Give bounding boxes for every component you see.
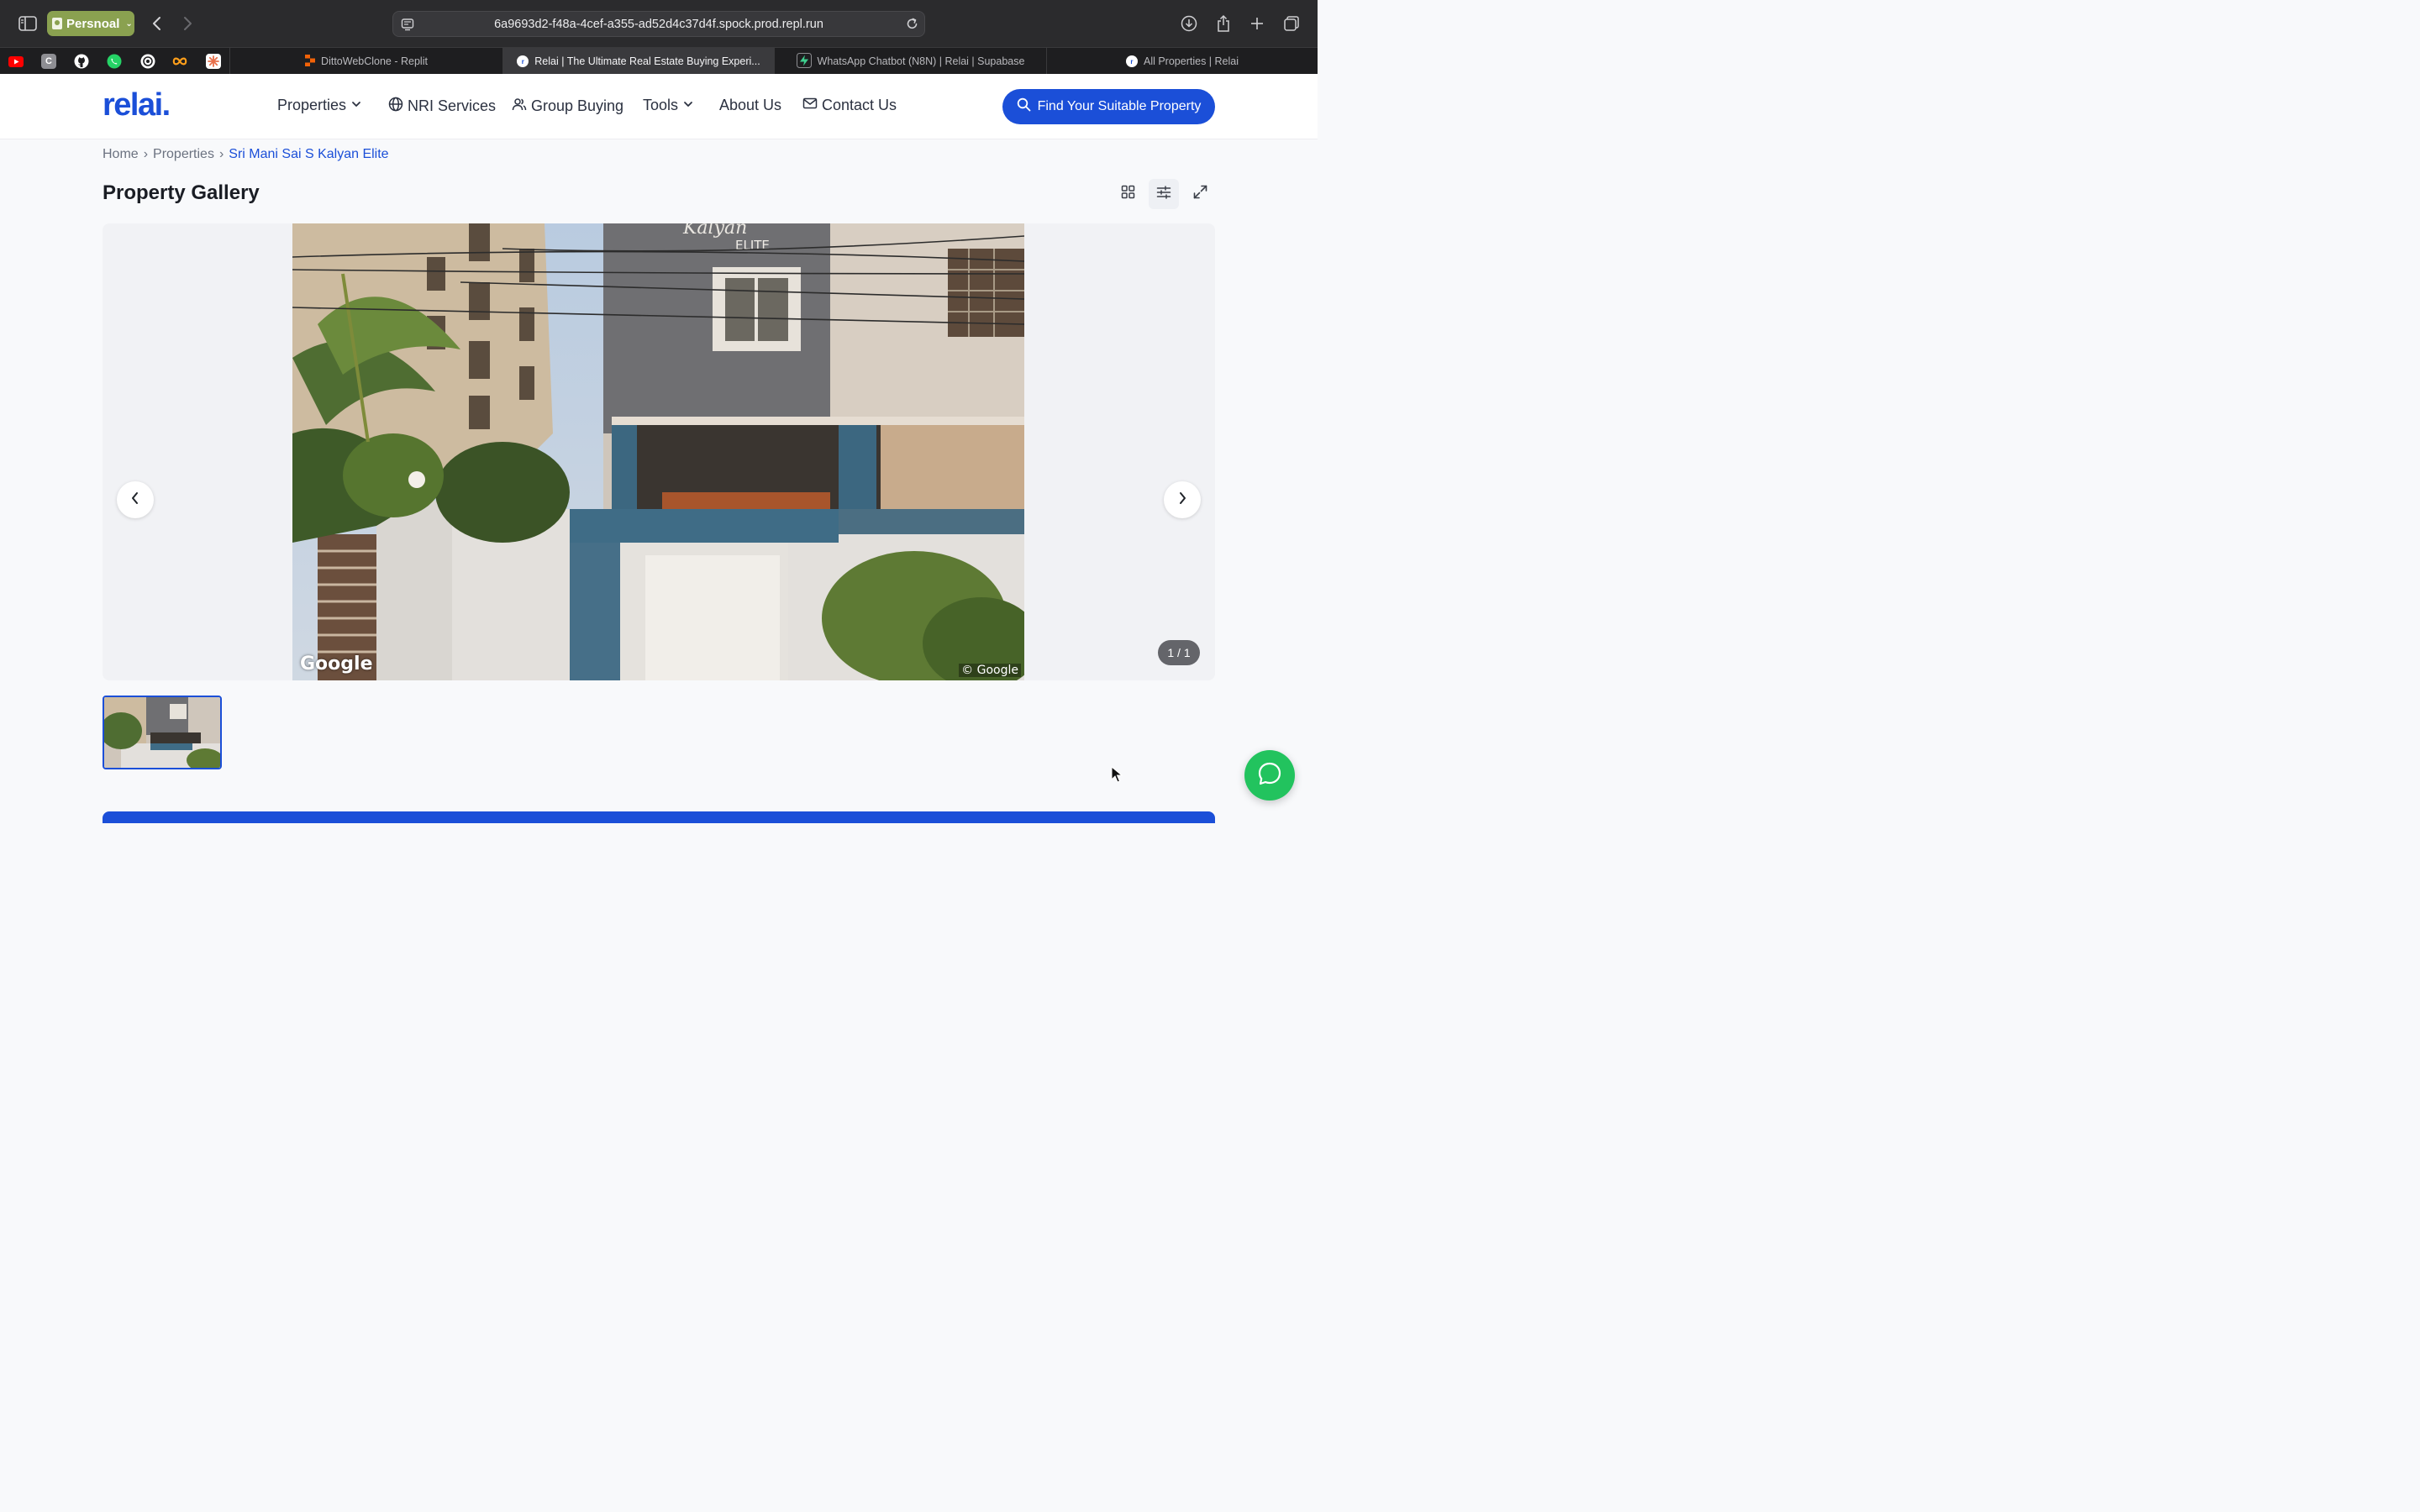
nav-contact-us[interactable]: Contact Us: [802, 97, 897, 114]
github-icon[interactable]: [74, 54, 89, 69]
youtube-icon[interactable]: [8, 54, 24, 69]
chevron-left-icon: [130, 491, 140, 509]
tab-overview-icon[interactable]: [1280, 12, 1303, 35]
tab-relai-home[interactable]: r Relai | The Ultimate Real Estate Buyin…: [502, 48, 774, 75]
relai-icon: r: [517, 55, 529, 67]
address-bar[interactable]: 6a9693d2-f48a-4cef-a355-ad52d4c37d4f.spo…: [392, 11, 925, 37]
tab-dittowebclone[interactable]: DittoWebClone - Replit: [229, 48, 502, 75]
google-watermark: Google: [300, 654, 373, 675]
chat-bubble-icon: [1257, 761, 1282, 790]
breadcrumb-separator: ›: [143, 147, 149, 161]
next-image-button[interactable]: [1164, 481, 1201, 518]
mouse-cursor-icon: [1111, 765, 1123, 787]
fullscreen-button[interactable]: [1185, 179, 1215, 209]
previous-image-button[interactable]: [117, 481, 154, 518]
tab-strip: C DittoWebClone - Replit r Relai | The U…: [0, 47, 1318, 75]
forward-icon[interactable]: [176, 12, 200, 35]
breadcrumb-home[interactable]: Home: [103, 147, 139, 162]
c-glyph: C: [45, 56, 52, 66]
chevron-right-icon: [1177, 491, 1187, 509]
sliders-icon: [1156, 185, 1171, 203]
reload-icon[interactable]: [905, 17, 919, 34]
whatsapp-icon[interactable]: [107, 54, 122, 69]
nav-nri-label: NRI Services: [408, 97, 497, 114]
filter-view-button[interactable]: [1149, 179, 1179, 209]
nav-group-buying[interactable]: Group Buying: [512, 97, 623, 116]
chevron-down-icon: [682, 97, 694, 114]
nav-group-label: Group Buying: [531, 97, 624, 114]
share-icon[interactable]: [1212, 12, 1235, 35]
find-property-label: Find Your Suitable Property: [1037, 99, 1202, 113]
gallery-thumbnail[interactable]: [103, 696, 222, 769]
nav-tools-label: Tools: [643, 97, 679, 113]
page-settings-icon[interactable]: [401, 18, 414, 34]
profile-button[interactable]: Persnoal ⌄: [47, 11, 134, 36]
nav-about-label: About Us: [719, 97, 782, 113]
breadcrumb-properties[interactable]: Properties: [153, 147, 214, 162]
profile-label: Persnoal: [66, 16, 120, 31]
tab-title: WhatsApp Chatbot (N8N) | Relai | Supabas…: [817, 55, 1025, 67]
chevron-down-icon: ⌄: [125, 18, 133, 29]
c-icon[interactable]: C: [41, 54, 56, 69]
find-property-button[interactable]: Find Your Suitable Property: [1002, 89, 1215, 124]
expand-icon: [1193, 185, 1207, 203]
profile-icon: [52, 18, 62, 29]
nav-about-us[interactable]: About Us: [719, 97, 781, 114]
claude-icon[interactable]: [206, 54, 221, 69]
replit-icon: [305, 54, 316, 69]
breadcrumb-current: Sri Mani Sai S Kalyan Elite: [229, 147, 389, 161]
grid-view-button[interactable]: [1113, 179, 1143, 209]
download-icon[interactable]: [1177, 12, 1201, 35]
tab-whatsapp-chatbot[interactable]: WhatsApp Chatbot (N8N) | Relai | Supabas…: [774, 48, 1046, 75]
breadcrumb: Home › Properties › Sri Mani Sai S Kalya…: [103, 147, 389, 162]
new-tab-icon[interactable]: [1245, 12, 1269, 35]
nav-properties[interactable]: Properties: [277, 97, 362, 114]
grid-icon: [1121, 185, 1135, 203]
chatgpt-icon[interactable]: [140, 54, 155, 69]
tab-title: DittoWebClone - Replit: [321, 55, 428, 67]
breadcrumb-separator: ›: [218, 147, 224, 161]
site-logo[interactable]: relai.: [103, 87, 171, 123]
mail-icon: [802, 97, 818, 114]
nav-tools[interactable]: Tools: [643, 97, 694, 114]
chat-button[interactable]: [1244, 750, 1295, 801]
users-icon: [512, 97, 527, 116]
nav-properties-label: Properties: [277, 97, 347, 113]
browser-toolbar: Persnoal ⌄ 6a9693d2-f48a-4cef-a355-ad52d…: [0, 0, 1318, 47]
building-sign-top: Kalyan: [682, 223, 747, 239]
google-copyright: © Google: [959, 664, 1021, 677]
relai-icon: r: [1125, 55, 1138, 67]
image-counter: 1 / 1: [1158, 640, 1200, 665]
nav-contact-label: Contact Us: [822, 97, 897, 113]
property-photo[interactable]: Kalyan ELITE Google © Google: [292, 223, 1040, 680]
back-icon[interactable]: [145, 12, 168, 35]
next-section-banner: [103, 811, 1215, 823]
sidebar-toggle-icon[interactable]: [16, 12, 39, 35]
tab-all-properties[interactable]: r All Properties | Relai: [1046, 48, 1318, 75]
url-text: 6a9693d2-f48a-4cef-a355-ad52d4c37d4f.spo…: [494, 17, 823, 31]
globe-icon: [388, 97, 403, 116]
tab-title: All Properties | Relai: [1143, 55, 1239, 67]
property-gallery: Kalyan ELITE Google © Google 1 / 1: [103, 223, 1215, 680]
gallery-title: Property Gallery: [103, 181, 260, 204]
tab-title: Relai | The Ultimate Real Estate Buying …: [534, 55, 760, 67]
supabase-icon: [796, 52, 812, 71]
chevron-down-icon: [350, 97, 362, 114]
infinity-icon[interactable]: [172, 54, 187, 69]
search-icon: [1017, 97, 1031, 116]
site-header: relai. Properties NRI Services Group Buy…: [0, 74, 1318, 139]
nav-nri-services[interactable]: NRI Services: [388, 97, 496, 116]
building-sign: ELITE: [735, 238, 770, 253]
